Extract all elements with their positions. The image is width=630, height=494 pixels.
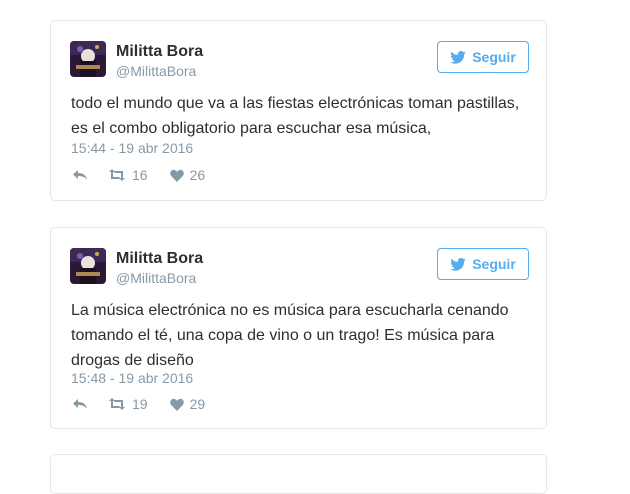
tweet-text: todo el mundo que va a las fiestas elect… xyxy=(71,95,520,137)
heart-icon xyxy=(169,398,184,411)
tweet-timestamp[interactable]: 15:44 - 19 abr 2016 xyxy=(71,140,193,156)
retweet-count: 16 xyxy=(132,167,148,183)
retweet-count: 19 xyxy=(132,396,148,412)
reply-icon xyxy=(73,170,87,180)
like-count: 29 xyxy=(189,396,206,412)
follow-button[interactable]: Seguir xyxy=(437,41,529,73)
avatar[interactable] xyxy=(70,248,106,284)
tweet-text: La música electrónica no es música para … xyxy=(71,302,509,369)
follow-label: Seguir xyxy=(472,49,516,65)
tweet-timestamp[interactable]: 15:48 - 19 abr 2016 xyxy=(71,370,193,386)
reply-icon xyxy=(73,399,87,409)
like-button[interactable]: 29 xyxy=(169,396,206,412)
retweet-button[interactable]: 16 xyxy=(108,167,148,183)
twitter-bird-icon xyxy=(450,50,467,64)
twitter-bird-icon xyxy=(450,257,467,271)
heart-icon xyxy=(169,169,184,182)
avatar[interactable] xyxy=(70,41,106,77)
retweet-icon xyxy=(109,398,125,410)
reply-button[interactable] xyxy=(72,398,88,410)
follow-label: Seguir xyxy=(472,256,516,272)
author-handle[interactable]: @MilittaBora xyxy=(116,63,196,79)
author-name[interactable]: Militta Bora xyxy=(116,250,203,268)
tweet-card xyxy=(50,454,547,494)
tweet-actions: 16 26 xyxy=(72,167,227,183)
follow-button[interactable]: Seguir xyxy=(437,248,529,280)
tweet-card: Militta Bora @MilittaBora Seguir todo el… xyxy=(50,20,547,201)
author-name[interactable]: Militta Bora xyxy=(116,43,203,61)
retweet-button[interactable]: 19 xyxy=(108,396,148,412)
reply-button[interactable] xyxy=(72,169,88,181)
like-count: 26 xyxy=(189,167,206,183)
retweet-icon xyxy=(109,169,125,181)
like-button[interactable]: 26 xyxy=(169,167,206,183)
tweet-actions: 19 29 xyxy=(72,396,227,412)
tweet-card: Militta Bora @MilittaBora Seguir La músi… xyxy=(50,227,547,429)
author-handle[interactable]: @MilittaBora xyxy=(116,270,196,286)
